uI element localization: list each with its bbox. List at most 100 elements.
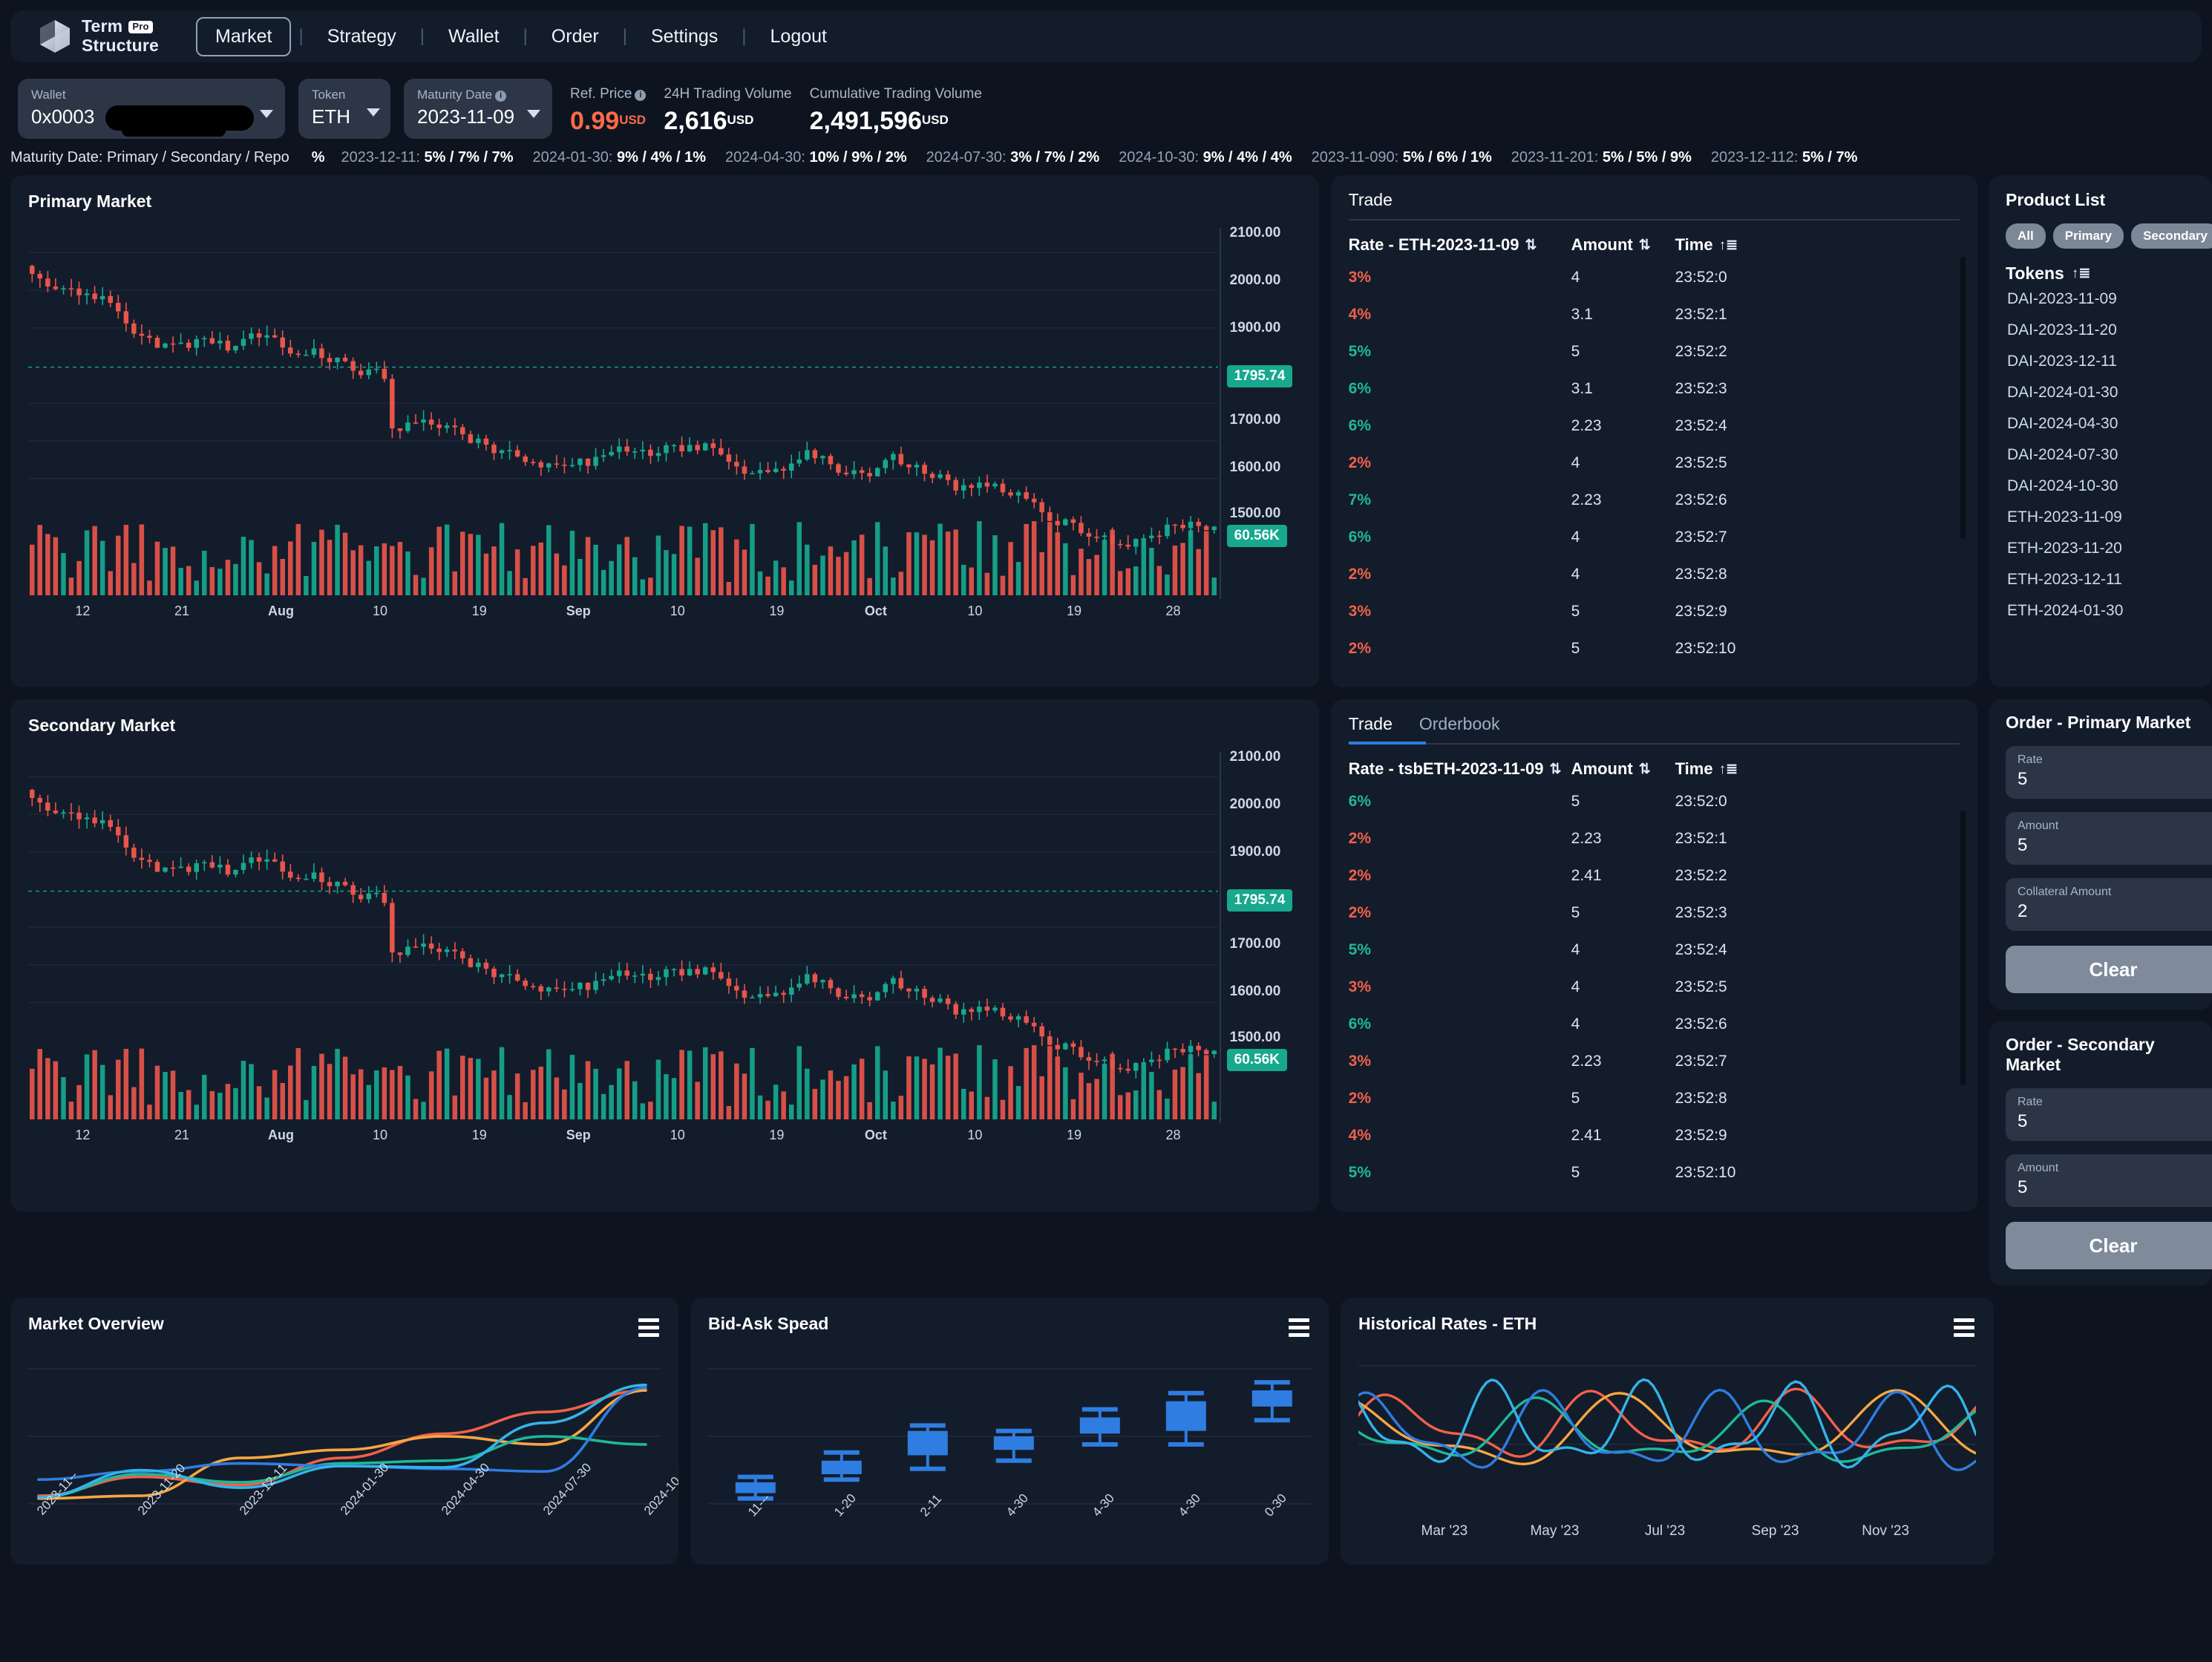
token-list-item[interactable]: DAI-2024-10-30 — [2006, 471, 2212, 502]
maturity-date-selector[interactable]: Maturity Date i 2023-11-09 — [404, 79, 552, 139]
table-row[interactable]: 6% 2.23 23:52:4 — [1349, 408, 1960, 445]
sort-updown-icon[interactable]: ⇅ — [1550, 761, 1562, 778]
sort-asc-icon[interactable]: ↑≣ — [1719, 237, 1738, 254]
token-list-item[interactable]: ETH-2024-01-30 — [2006, 595, 2212, 626]
market-overview-plot[interactable]: 2023-11-- 2023-11-20 2023-12-11 2024-01-30 2… — [28, 1355, 678, 1565]
table-row[interactable]: 6% 4 23:52:6 — [1349, 1006, 1960, 1043]
column-header-amount[interactable]: Amount ⇅ — [1571, 759, 1675, 779]
token-list-item[interactable]: ETH-2023-11-20 — [2006, 533, 2212, 564]
nav-divider: | — [742, 26, 747, 46]
tab-trade[interactable]: Trade — [1349, 714, 1393, 734]
tab-orderbook[interactable]: Orderbook — [1419, 714, 1500, 734]
chevron-down-icon[interactable] — [260, 110, 273, 118]
sort-asc-icon[interactable]: ↑≣ — [2072, 265, 2090, 282]
chart-menu-icon[interactable] — [638, 1318, 659, 1341]
table-row[interactable]: 2% 4 23:52:8 — [1349, 556, 1960, 593]
table-row[interactable]: 4% 3.1 23:52:1 — [1349, 296, 1960, 333]
table-row[interactable]: 5% 5 23:52:10 — [1349, 1154, 1960, 1191]
cell-rate: 2% — [1348, 904, 1371, 921]
candlestick-plot[interactable] — [28, 228, 1218, 599]
order-primary-amount-field[interactable]: Amount 5 — [2006, 812, 2212, 865]
order-primary-collateral-field[interactable]: Collateral Amount 2 — [2006, 878, 2212, 931]
field-value: 5 — [2018, 1111, 2028, 1131]
order-primary-rate-field[interactable]: Rate 5 — [2006, 746, 2212, 799]
table-row[interactable]: 3% 2.23 23:52:7 — [1349, 1043, 1960, 1080]
column-label: Amount — [1571, 235, 1633, 254]
trade-primary-card: Trade Rate - ETH-2023-11-09 ⇅ Amount ⇅ Tim… — [1330, 175, 1977, 687]
historical-rates-plot[interactable]: Mar '23 May '23 Jul '23 Sep '23 Nov '23 — [1357, 1355, 1977, 1565]
token-list-item[interactable]: ETH-2023-12-11 — [2006, 564, 2212, 595]
nav-item-settings[interactable]: Settings — [635, 19, 734, 55]
cell-rate: 3% — [1348, 1053, 1371, 1070]
table-row[interactable]: 2% 5 23:52:10 — [1349, 630, 1960, 667]
sort-asc-icon[interactable]: ↑≣ — [1719, 761, 1738, 778]
token-list-item[interactable]: DAI-2023-12-11 — [2006, 346, 2212, 377]
field-value: 5 — [2018, 835, 2028, 855]
tokens-column-header[interactable]: Tokens ↑≣ — [2006, 264, 2212, 284]
table-row[interactable]: 2% 2.41 23:52:2 — [1349, 857, 1960, 894]
table-row[interactable]: 3% 4 23:52:5 — [1349, 969, 1960, 1006]
chart-menu-icon[interactable] — [1954, 1318, 1974, 1341]
token-list-item[interactable]: DAI-2024-04-30 — [2006, 408, 2212, 439]
table-row[interactable]: 4% 2.41 23:52:9 — [1349, 1117, 1960, 1154]
bid-ask-plot[interactable]: 11--- 1-20 2-11 4-30 4-30 4-30 0-30 — [708, 1355, 1311, 1565]
primary-market-chart[interactable]: 2100.00 2000.00 1900.00 1795.74 1700.00 … — [28, 225, 1301, 658]
x-axis-tick: 21 — [174, 603, 190, 618]
table-row[interactable]: 2% 5 23:52:8 — [1349, 1080, 1960, 1117]
nav-links: Market | Strategy | Wallet | Order | Set… — [196, 16, 843, 56]
column-header-rate[interactable]: Rate - ETH-2023-11-09 ⇅ — [1349, 235, 1571, 255]
nav-item-strategy[interactable]: Strategy — [311, 19, 413, 55]
table-row[interactable]: 2% 2.23 23:52:1 — [1349, 820, 1960, 857]
table-row[interactable]: 5% 4 23:52:4 — [1349, 932, 1960, 969]
table-row[interactable]: 7% 2.23 23:52:6 — [1349, 482, 1960, 519]
order-secondary-rate-field[interactable]: Rate 5 — [2006, 1088, 2212, 1141]
column-header-amount[interactable]: Amount ⇅ — [1571, 235, 1675, 255]
brand-logo[interactable]: Term Pro Structure — [24, 16, 159, 56]
nav-item-market[interactable]: Market — [196, 16, 292, 56]
secondary-market-chart[interactable]: 2100.00 2000.00 1900.00 1795.74 1700.00 … — [28, 749, 1301, 1182]
table-row[interactable]: 2% 5 23:52:3 — [1349, 894, 1960, 932]
token-list-item[interactable]: DAI-2024-07-30 — [2006, 439, 2212, 471]
scrollbar-thumb[interactable] — [1960, 811, 1966, 1085]
candlestick-plot[interactable] — [28, 752, 1218, 1123]
field-label: Amount — [2018, 819, 2059, 832]
nav-item-logout[interactable]: Logout — [754, 19, 843, 55]
info-icon[interactable]: i — [635, 90, 647, 101]
sort-updown-icon[interactable]: ⇅ — [1525, 237, 1537, 254]
token-list-item[interactable]: ETH-2023-11-09 — [2006, 502, 2212, 533]
price-axis: 2100.00 2000.00 1900.00 1795.74 1700.00 … — [1219, 749, 1301, 1123]
chevron-down-icon[interactable] — [367, 108, 380, 117]
table-row[interactable]: 6% 4 23:52:7 — [1349, 519, 1960, 556]
field-value: 2 — [2018, 901, 2028, 921]
table-row[interactable]: 6% 3.1 23:52:3 — [1349, 370, 1960, 408]
chart-menu-icon[interactable] — [1289, 1318, 1309, 1341]
column-header-time[interactable]: Time ↑≣ — [1675, 235, 1794, 255]
token-selector[interactable]: Token ETH — [298, 79, 390, 139]
table-row[interactable]: 2% 4 23:52:5 — [1349, 445, 1960, 482]
token-list-item[interactable]: DAI-2024-01-30 — [2006, 377, 2212, 408]
wallet-selector[interactable]: Wallet 0x0003 — [18, 79, 285, 139]
sort-updown-icon[interactable]: ⇅ — [1639, 761, 1651, 778]
token-list-item[interactable]: DAI-2023-11-20 — [2006, 315, 2212, 346]
order-secondary-amount-field[interactable]: Amount 5 — [2006, 1154, 2212, 1207]
chip-secondary[interactable]: Secondary — [2131, 223, 2212, 249]
app-root: Term Pro Structure Market | Strategy | Wa… — [0, 10, 2212, 1662]
column-header-rate[interactable]: Rate - tsbETH-2023-11-09 ⇅ — [1349, 759, 1571, 779]
column-header-time[interactable]: Time ↑≣ — [1675, 759, 1794, 779]
scrollbar-thumb[interactable] — [1960, 257, 1966, 539]
order-secondary-clear-button[interactable]: Clear — [2006, 1222, 2212, 1269]
token-list-item[interactable]: DAI-2023-11-09 — [2006, 284, 2212, 315]
nav-item-order[interactable]: Order — [535, 19, 615, 55]
table-row[interactable]: 3% 4 23:52:0 — [1349, 259, 1960, 296]
chip-all[interactable]: All — [2006, 223, 2046, 249]
table-row[interactable]: 5% 5 23:52:2 — [1349, 333, 1960, 370]
table-row[interactable]: 3% 5 23:52:9 — [1349, 593, 1960, 630]
table-row[interactable]: 6% 5 23:52:0 — [1349, 783, 1960, 820]
chevron-down-icon[interactable] — [527, 110, 540, 118]
order-primary-clear-button[interactable]: Clear — [2006, 946, 2212, 993]
secondary-market-title: Secondary Market — [28, 716, 176, 735]
chip-primary[interactable]: Primary — [2052, 223, 2124, 249]
info-icon[interactable]: i — [495, 91, 507, 102]
nav-item-wallet[interactable]: Wallet — [432, 19, 516, 55]
sort-updown-icon[interactable]: ⇅ — [1639, 237, 1651, 254]
